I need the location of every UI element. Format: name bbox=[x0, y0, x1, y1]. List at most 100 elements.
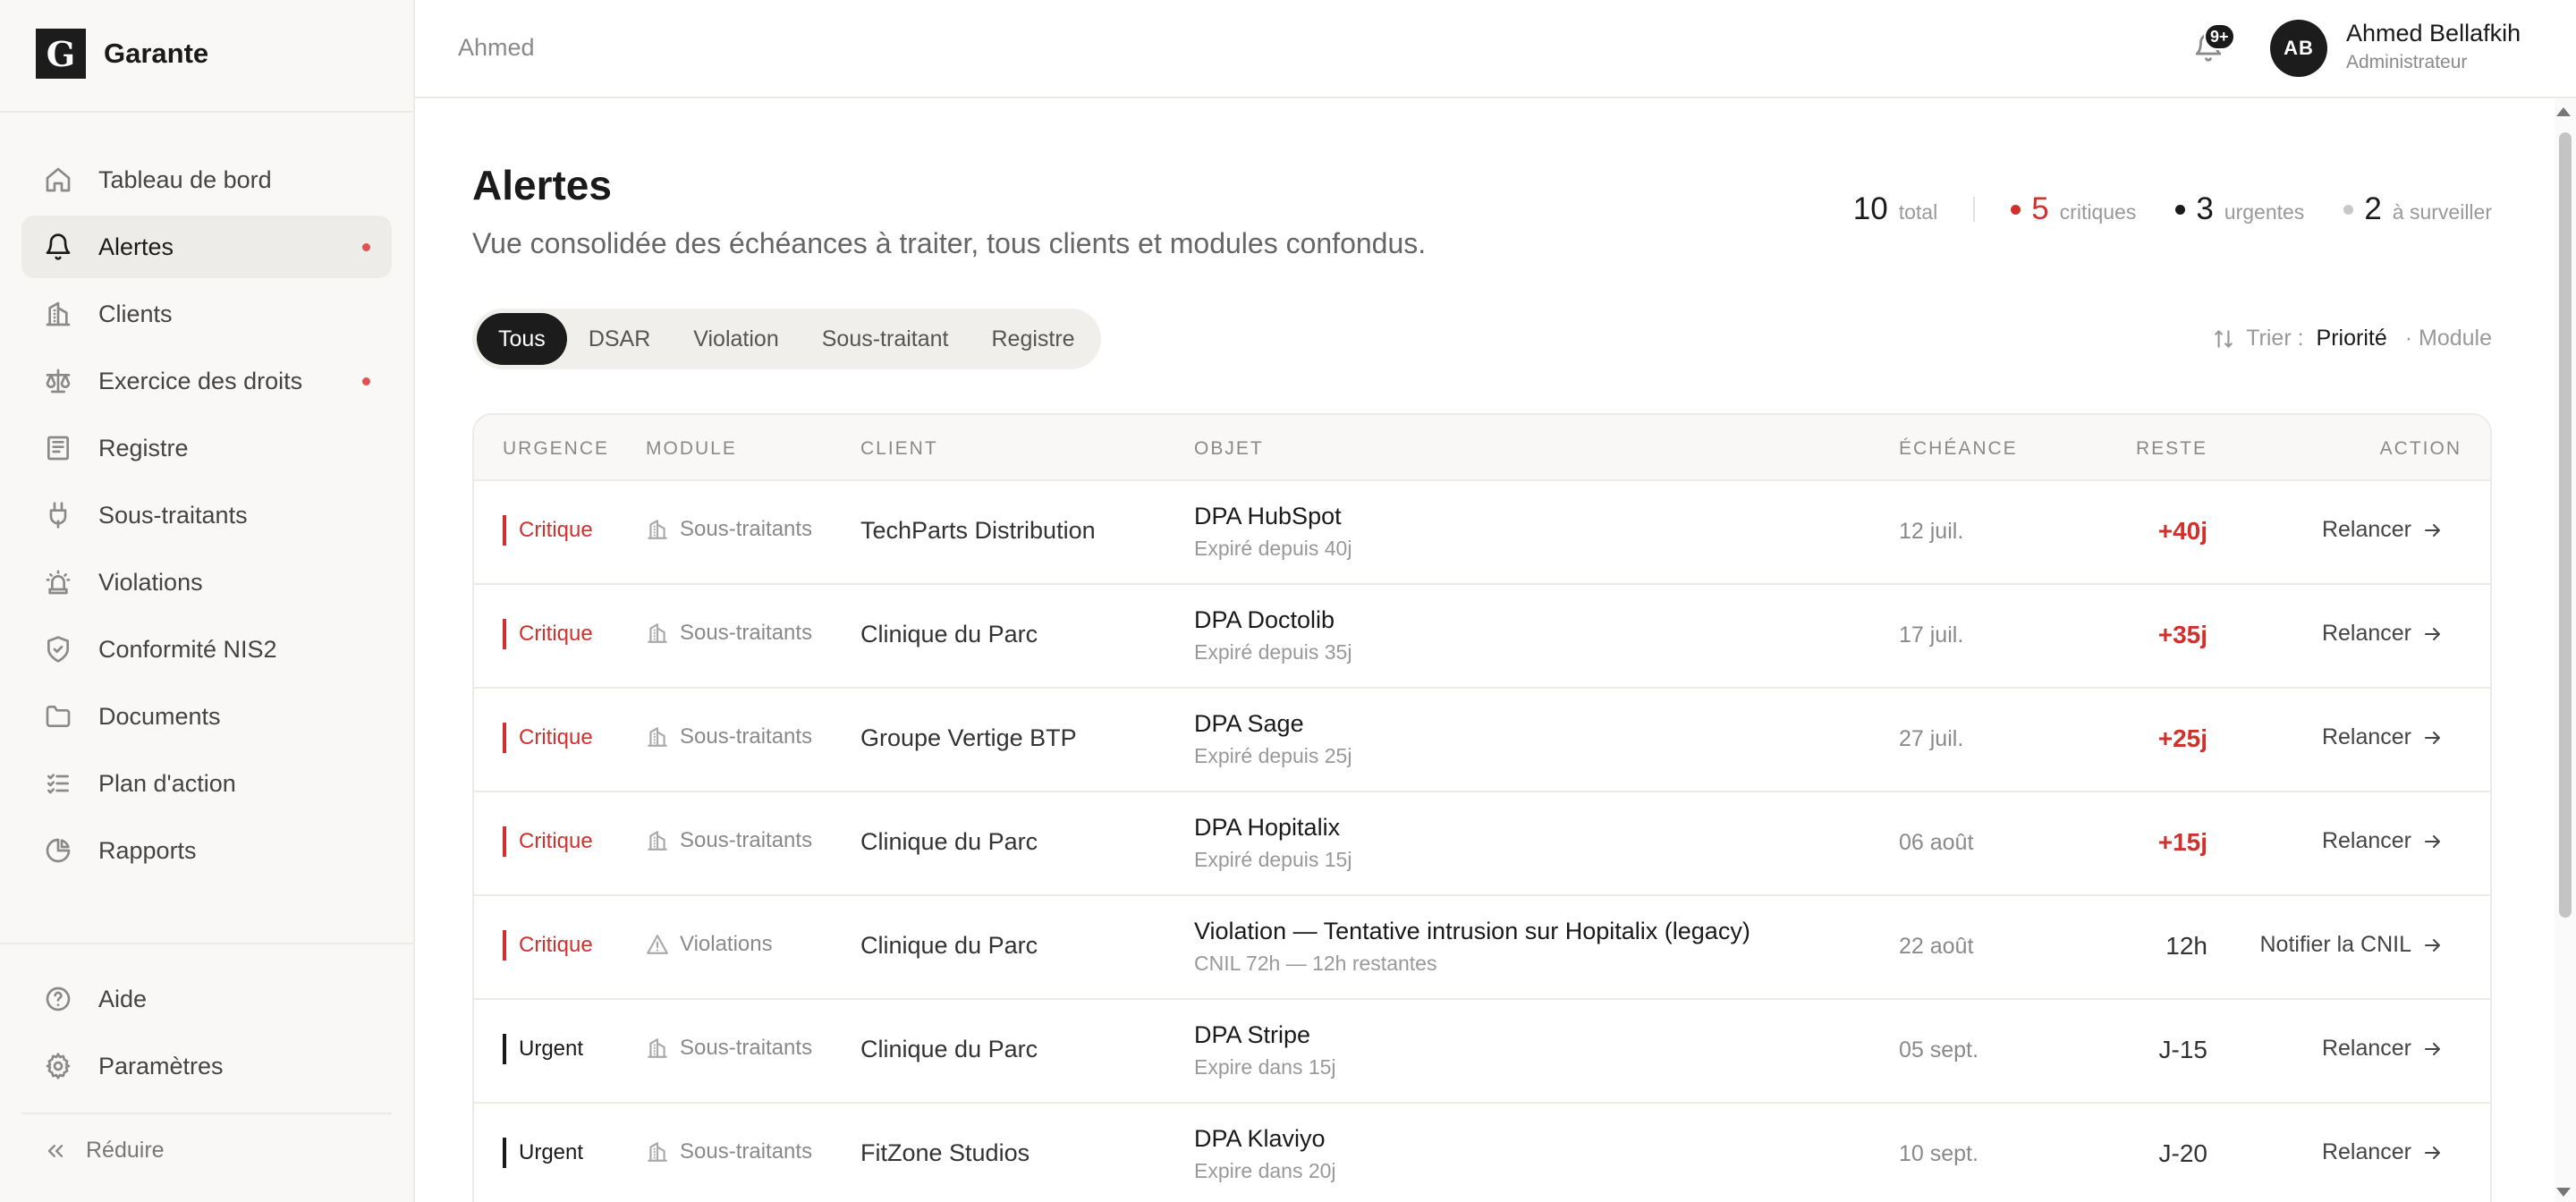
scale-icon-wrap bbox=[43, 366, 73, 396]
urgency-label: Critique bbox=[519, 725, 593, 749]
col-client[interactable]: CLIENT bbox=[860, 438, 938, 460]
sidebar-item-conformite-nis2[interactable]: Conformité NIS2 bbox=[21, 618, 392, 681]
tab-tous[interactable]: Tous bbox=[477, 313, 567, 365]
remaining-time: +15j bbox=[2157, 828, 2207, 856]
tab-sous-traitant[interactable]: Sous-traitant bbox=[801, 313, 970, 365]
urgency-bar bbox=[503, 619, 506, 649]
urgency-label: Urgent bbox=[519, 1037, 584, 1061]
home-icon bbox=[46, 167, 71, 192]
scroll-down-arrow[interactable] bbox=[2556, 1188, 2571, 1197]
warning-icon bbox=[647, 935, 668, 954]
sidebar-item-label: Aide bbox=[98, 985, 148, 1012]
col-due[interactable]: ÉCHÉANCE bbox=[1899, 438, 2018, 460]
sidebar-item-clients[interactable]: Clients bbox=[21, 283, 392, 345]
tab-dsar[interactable]: DSAR bbox=[567, 313, 672, 365]
row-action-button[interactable]: Relancer bbox=[2322, 1036, 2444, 1062]
collapse-sidebar-button[interactable]: Réduire bbox=[43, 1138, 165, 1164]
sidebar-item-label: Paramètres bbox=[98, 1052, 224, 1079]
tab-registre[interactable]: Registre bbox=[970, 313, 1096, 365]
table-row[interactable]: Critique Violations Clinique du Parc Violat… bbox=[474, 896, 2490, 1000]
sort-option-priority[interactable]: Priorité bbox=[2317, 326, 2387, 351]
sidebar-item-rapports[interactable]: Rapports bbox=[21, 819, 392, 882]
due-date: 10 sept. bbox=[1899, 1141, 1979, 1166]
siren-icon bbox=[46, 570, 71, 595]
bell-icon-wrap bbox=[43, 232, 73, 262]
row-action-button[interactable]: Relancer bbox=[2322, 724, 2444, 750]
sidebar-item-parametres[interactable]: Paramètres bbox=[21, 1035, 392, 1097]
module-label: Sous-traitants bbox=[680, 724, 813, 749]
urgency-cell: Critique bbox=[503, 826, 593, 857]
stat-watch-label: à surveiller bbox=[2392, 200, 2492, 224]
client-cell: TechParts Distribution bbox=[860, 517, 1096, 544]
brand-name: Garante bbox=[104, 38, 209, 69]
sidebar: G Garante Tableau de bord Alertes Clients E… bbox=[0, 0, 415, 1202]
table-body: Critique Sous-traitants TechParts Distribu… bbox=[474, 481, 2490, 1202]
brand[interactable]: G Garante bbox=[36, 29, 208, 79]
object-subtitle: Expiré depuis 25j bbox=[1194, 744, 1352, 767]
table-row[interactable]: Critique Sous-traitants Clinique du Parc DP… bbox=[474, 792, 2490, 896]
sidebar-item-plan-d-action[interactable]: Plan d'action bbox=[21, 752, 392, 815]
sidebar-item-documents[interactable]: Documents bbox=[21, 685, 392, 748]
due-date: 22 août bbox=[1899, 934, 1974, 959]
avatar[interactable]: AB bbox=[2270, 20, 2327, 77]
sidebar-item-label: Conformité NIS2 bbox=[98, 635, 277, 663]
row-action-button[interactable]: Relancer bbox=[2322, 517, 2444, 543]
due-date: 27 juil. bbox=[1899, 726, 1964, 751]
building-icon bbox=[648, 520, 667, 539]
col-object[interactable]: OBJET bbox=[1194, 438, 1264, 460]
col-urgency[interactable]: URGENCE bbox=[503, 438, 609, 460]
building-icon bbox=[648, 1142, 667, 1162]
plug-icon bbox=[49, 502, 67, 529]
table-row[interactable]: Critique Sous-traitants Clinique du Parc DP… bbox=[474, 585, 2490, 689]
module-label: Sous-traitants bbox=[680, 1139, 813, 1164]
object-subtitle: CNIL 72h — 12h restantes bbox=[1194, 952, 1437, 975]
home-icon-wrap bbox=[43, 165, 73, 195]
table-row[interactable]: Critique Sous-traitants Groupe Vertige BTP… bbox=[474, 689, 2490, 792]
sidebar-item-alertes[interactable]: Alertes bbox=[21, 216, 392, 278]
col-remaining[interactable]: RESTE bbox=[2136, 438, 2207, 460]
sidebar-item-exercice-des-droits[interactable]: Exercice des droits bbox=[21, 350, 392, 412]
scroll-up-arrow[interactable] bbox=[2556, 107, 2571, 116]
page-title: Alertes bbox=[472, 162, 612, 208]
col-module[interactable]: MODULE bbox=[646, 438, 737, 460]
arrow-right-icon bbox=[2425, 627, 2440, 640]
action-label: Relancer bbox=[2321, 724, 2411, 749]
sidebar-item-sous-traitants[interactable]: Sous-traitants bbox=[21, 484, 392, 546]
urgency-bar bbox=[503, 1138, 506, 1168]
user-name[interactable]: Ahmed Bellafkih bbox=[2346, 20, 2521, 47]
sort-option-module[interactable]: · Module bbox=[2405, 326, 2492, 351]
critical-dot-icon bbox=[2011, 204, 2021, 215]
table-row[interactable]: Urgent Sous-traitants Clinique du Parc DPA … bbox=[474, 1000, 2490, 1104]
module-cell: Sous-traitants bbox=[646, 517, 812, 542]
module-label: Sous-traitants bbox=[680, 517, 813, 541]
object-subtitle: Expire dans 15j bbox=[1194, 1055, 1336, 1079]
breadcrumb[interactable]: Ahmed bbox=[458, 34, 535, 62]
row-action-button[interactable]: Relancer bbox=[2322, 1139, 2444, 1165]
row-action-button[interactable]: Relancer bbox=[2322, 621, 2444, 647]
table-row[interactable]: Urgent Sous-traitants FitZone Studios DPA K… bbox=[474, 1104, 2490, 1202]
sidebar-item-tableau-de-bord[interactable]: Tableau de bord bbox=[21, 148, 392, 211]
sidebar-item-registre[interactable]: Registre bbox=[21, 417, 392, 479]
stat-total-value: 10 bbox=[1852, 191, 1888, 226]
module-cell: Sous-traitants bbox=[646, 621, 812, 646]
urgency-bar bbox=[503, 1034, 506, 1064]
remaining-time: J-20 bbox=[2158, 1139, 2207, 1167]
row-action-button[interactable]: Relancer bbox=[2322, 828, 2444, 854]
due-date: 12 juil. bbox=[1899, 519, 1964, 544]
arrow-right-icon bbox=[2425, 731, 2440, 744]
module-label: Sous-traitants bbox=[680, 1036, 813, 1060]
sidebar-item-label: Exercice des droits bbox=[98, 367, 303, 394]
client-cell: Groupe Vertige BTP bbox=[860, 724, 1077, 751]
page-subtitle: Vue consolidée des échéances à traiter, … bbox=[472, 227, 1427, 259]
action-label: Relancer bbox=[2321, 828, 2411, 853]
tab-violation[interactable]: Violation bbox=[672, 313, 800, 365]
user-role: Administrateur bbox=[2346, 52, 2468, 72]
row-action-button[interactable]: Notifier la CNIL bbox=[2260, 932, 2445, 958]
scrollbar-thumb[interactable] bbox=[2559, 132, 2572, 918]
bell-icon bbox=[46, 233, 71, 260]
sidebar-item-violations[interactable]: Violations bbox=[21, 551, 392, 614]
stat-urgent-value: 3 bbox=[2196, 191, 2214, 226]
table-row[interactable]: Critique Sous-traitants TechParts Distribu… bbox=[474, 481, 2490, 585]
sidebar-item-aide[interactable]: Aide bbox=[21, 968, 392, 1030]
client-cell: Clinique du Parc bbox=[860, 828, 1038, 855]
